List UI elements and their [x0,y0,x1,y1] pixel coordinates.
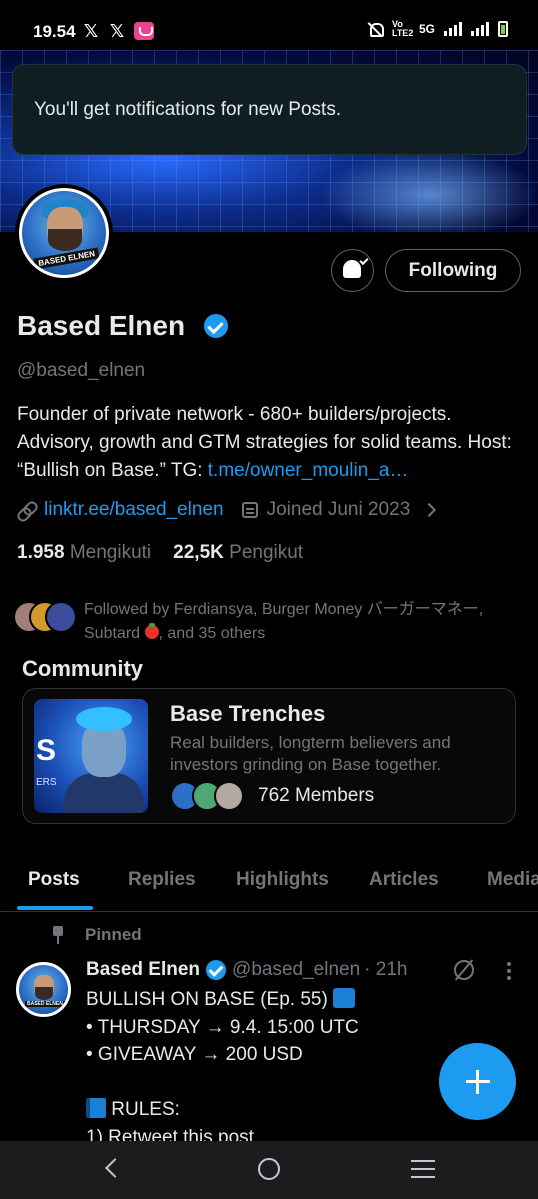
post-line: RULES: [86,1096,359,1124]
followed-by-names: Followed by Ferdiansya, Burger Money バーガ… [84,601,484,642]
following-label: Mengikuti [69,542,152,563]
status-system-icons: Vo LTE2 5G [367,20,508,38]
tomato-emoji-icon [144,623,159,639]
system-nav-bar [0,1141,538,1199]
toast-text: You'll get notifications for new Posts. [34,99,342,120]
avatar [214,781,244,811]
notifications-bell-button[interactable] [331,249,374,292]
verified-badge-icon[interactable] [204,314,228,338]
x-logo-icon: 𝕏 [109,21,125,41]
post-body[interactable]: BULLISH ON BASE (Ep. 55) • THURSDAY → 9.… [86,986,359,1151]
notification-toast: You'll get notifications for new Posts. [12,64,527,155]
followers-count: 22,5K [173,542,224,563]
pinned-label: Pinned [85,925,142,944]
signal-icon [471,22,489,36]
post-author-name[interactable]: Based Elnen [86,959,200,981]
community-image-hair [76,707,132,731]
post-author-handle[interactable]: @based_elnen [232,959,360,981]
verified-badge-icon [206,960,227,980]
profile-tabs: Posts Replies Highlights Articles Media [0,852,538,912]
post-time: · 21h [364,959,408,980]
follow-counts: 1.958 Mengikuti 22,5K Pengikut [17,542,303,564]
profile-meta-row: linktr.ee/based_elnen Joined Juni 2023 [17,499,437,521]
community-description: Real builders, longterm believers and in… [170,733,451,774]
app-notification-icon [134,22,154,40]
compose-post-button[interactable] [439,1043,516,1120]
profile-bio: Founder of private network - 680+ builde… [17,401,527,485]
community-image-body [64,773,144,813]
community-image: S ERS [34,699,148,813]
pinned-label-row: Pinned [51,925,142,945]
blue-square-emoji-icon [333,988,356,1008]
website-link[interactable]: linktr.ee/based_elnen [44,499,224,521]
status-time: 19.54 [33,22,76,41]
avatar-label: BASED ELNEN [25,1001,65,1007]
avatar-image: BASED ELNEN [19,188,109,278]
pin-icon [51,926,65,944]
avatar-beard [35,987,53,1000]
post-line: BULLISH ON BASE (Ep. 55) [86,986,359,1014]
community-members-count: 762 Members [258,785,375,806]
status-notification-icons: 𝕏 𝕏 [82,20,154,42]
calendar-icon [241,502,258,518]
community-image-sub: ERS [36,777,57,788]
bell-icon [343,260,361,278]
followers-label: Pengikut [229,542,304,563]
community-member-avatars [170,781,250,813]
chevron-right-icon[interactable] [422,502,437,518]
community-image-letter: S [36,734,57,767]
recent-apps-icon[interactable] [411,1160,435,1178]
x-logo-icon: 𝕏 [83,21,99,41]
followed-by-suffix: , and 35 others [158,625,266,642]
home-icon[interactable] [258,1158,280,1180]
community-card[interactable]: S ERS Base Trenches Real builders, longt… [22,688,516,824]
tab-articles[interactable]: Articles [369,869,439,891]
tab-highlights[interactable]: Highlights [236,869,329,891]
blue-book-emoji-icon [86,1098,106,1118]
followed-by-text: Followed by Ferdiansya, Burger Money バーガ… [84,598,524,646]
profile-handle: @based_elnen [17,360,146,381]
avatar [45,601,77,633]
tab-media[interactable]: Media [487,869,538,891]
signal-icon [444,22,462,36]
community-section-title: Community [22,656,143,681]
profile-avatar[interactable]: BASED ELNEN [15,184,113,282]
following-count-link[interactable]: 1.958 Mengikuti [17,542,151,564]
following-button[interactable]: Following [385,249,521,292]
tab-replies[interactable]: Replies [128,869,196,891]
more-options-icon[interactable] [507,962,513,982]
post-line-4: RULES: [106,1099,180,1120]
followers-count-link[interactable]: 22,5K Pengikut [173,542,303,564]
post-header: Based Elnen @based_elnen · 21h [86,959,407,981]
banner-glow [320,150,538,232]
post-line-2: • THURSDAY → 9.4. 15:00 UTC [86,1016,359,1038]
battery-icon [498,21,508,37]
bio-telegram-link[interactable]: t.me/owner_moulin_a… [208,460,409,481]
check-icon [359,255,369,266]
tab-posts[interactable]: Posts [28,869,80,891]
followed-by-avatars [13,601,79,633]
bell-off-icon [367,21,384,37]
joined-date: Joined Juni 2023 [266,499,411,520]
link-icon [17,501,35,519]
post-line-1: BULLISH ON BASE (Ep. 55) [86,989,334,1010]
post-author-avatar[interactable]: BASED ELNEN [16,962,71,1017]
community-name: Base Trenches [170,701,326,726]
profile-display-name: Based Elnen [17,310,186,341]
network-label: 5G [418,22,435,36]
back-icon[interactable] [105,1158,125,1178]
active-tab-indicator [17,906,93,910]
grok-icon[interactable] [454,960,474,980]
volte-label: Vo LTE2 [391,19,414,38]
avatar-beard [48,229,82,251]
following-count: 1.958 [17,542,65,563]
post-line-3: • GIVEAWAY → 200 USD [86,1044,303,1065]
